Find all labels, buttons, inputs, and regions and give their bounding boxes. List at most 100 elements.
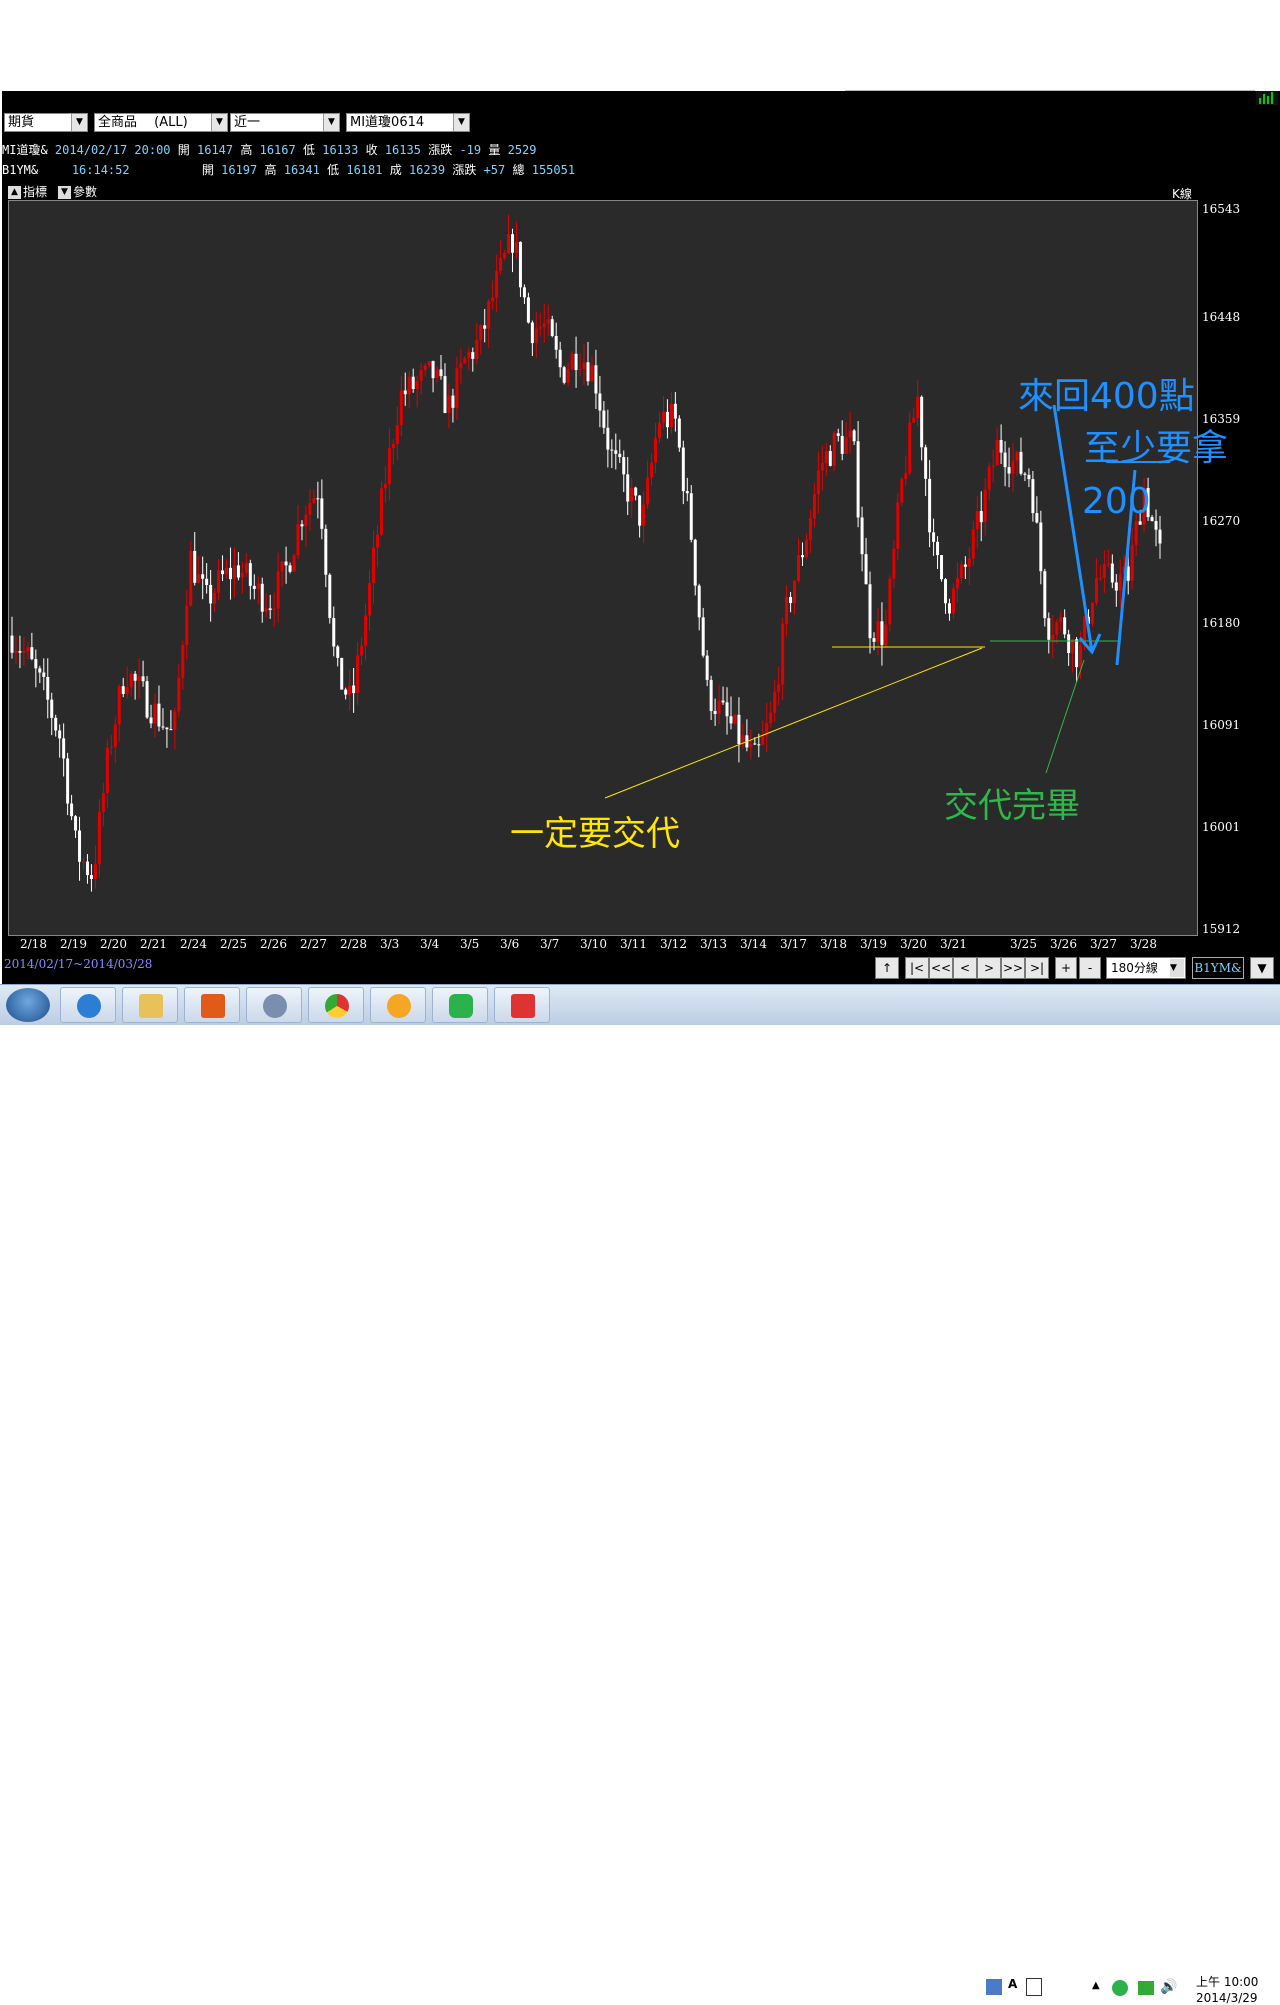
chevron-down-icon: ▼ xyxy=(453,114,469,131)
close-label: 收 xyxy=(365,143,378,157)
dropdown-button[interactable]: ▼ xyxy=(1250,957,1274,979)
start-button[interactable] xyxy=(6,988,50,1022)
triangle-down-icon: ▼ xyxy=(1257,961,1267,975)
x-tick-label: 3/21 xyxy=(940,937,967,951)
speaker-icon[interactable]: 🔊 xyxy=(1160,1979,1177,1995)
change-label: 漲跌 xyxy=(452,163,477,177)
open-label: 開 xyxy=(177,143,190,157)
low-label: 低 xyxy=(302,143,315,157)
low-value: 16133 xyxy=(322,143,359,157)
y-tick-label: 15912 xyxy=(1202,922,1241,936)
x-tick-label: 3/13 xyxy=(700,937,727,951)
trading-app: 期貨 ▼ 全商品 (ALL) ▼ 近一 ▼ MI道瓊0614 ▼ MI道瓊& 2014/… xyxy=(0,0,1280,2005)
clock-time[interactable]: 上午 10:00 xyxy=(1196,1973,1258,1990)
high-value: 16167 xyxy=(259,143,296,157)
y-tick-label: 16001 xyxy=(1202,820,1241,835)
zoom-out-button[interactable]: - xyxy=(1079,957,1101,979)
datetime: 16:14:52 xyxy=(59,163,130,177)
chevron-down-icon: ▼ xyxy=(211,114,227,131)
x-tick-label: 2/24 xyxy=(180,937,207,951)
keyboard-icon[interactable] xyxy=(986,1979,1002,1995)
trading-app-icon xyxy=(511,994,535,1018)
change-value: -19 xyxy=(459,143,482,157)
close-value: 16135 xyxy=(384,143,421,157)
indicator-button[interactable]: ▲ 指標 xyxy=(8,184,47,200)
forward-button[interactable]: > xyxy=(977,957,1001,979)
change-value: +57 xyxy=(483,163,506,177)
last-button[interactable]: >| xyxy=(1025,957,1049,979)
quote-row-1: MI道瓊& 2014/02/17 20:00 開 16147 高 16167 低… xyxy=(2,142,537,158)
annotation-range: 來回400點 xyxy=(1018,376,1195,417)
x-tick-label: 3/7 xyxy=(540,937,560,951)
product-select[interactable]: 全商品 (ALL) ▼ xyxy=(94,113,228,132)
high-label: 高 xyxy=(264,163,277,177)
tool-icon xyxy=(263,994,287,1018)
x-tick-label: 3/17 xyxy=(780,937,807,951)
back-button[interactable]: < xyxy=(953,957,977,979)
y-tick-label: 16448 xyxy=(1202,310,1241,325)
params-button[interactable]: ▼ 參數 xyxy=(58,184,97,200)
x-tick-label: 3/10 xyxy=(580,937,607,951)
x-tick-label: 3/4 xyxy=(420,937,440,951)
taskbar-chrome[interactable] xyxy=(308,987,364,1023)
y-tick-label: 16270 xyxy=(1202,513,1241,528)
low-label: 低 xyxy=(327,163,340,177)
x-tick-label: 2/25 xyxy=(220,937,247,951)
x-tick-label: 2/27 xyxy=(300,937,327,951)
symbol-box[interactable]: B1YM& xyxy=(1192,957,1244,979)
month-select[interactable]: 近一 ▼ xyxy=(230,113,340,132)
y-tick-label: 16180 xyxy=(1202,616,1241,631)
high-value: 16341 xyxy=(283,163,320,177)
bar-chart-icon[interactable] xyxy=(1256,91,1278,105)
x-tick-label: 3/12 xyxy=(660,937,687,951)
triangle-up-icon: ▲ xyxy=(8,186,21,199)
chevron-down-icon: ▼ xyxy=(1170,959,1184,977)
symbol-select[interactable]: MI道瓊0614 ▼ xyxy=(346,113,470,132)
y-tick-label: 16543 xyxy=(1202,202,1241,216)
open-value: 16147 xyxy=(197,143,234,157)
taskbar-line[interactable] xyxy=(432,987,488,1023)
product-select-value: 全商品 (ALL) xyxy=(98,115,188,130)
x-tick-label: 3/19 xyxy=(860,937,887,951)
taskbar-explorer[interactable] xyxy=(122,987,178,1023)
first-button[interactable]: |< xyxy=(905,957,929,979)
taskbar-tool[interactable] xyxy=(246,987,302,1023)
page-back-button[interactable]: << xyxy=(929,957,953,979)
symbol-select-value: MI道瓊0614 xyxy=(350,115,425,130)
taskbar-media[interactable] xyxy=(184,987,240,1023)
chevron-down-icon: ▼ xyxy=(71,114,87,131)
x-tick-label: 3/3 xyxy=(380,937,400,951)
taskbar-ie[interactable] xyxy=(60,987,116,1023)
datetime: 2014/02/17 20:00 xyxy=(54,143,171,157)
change-label: 漲跌 xyxy=(428,143,453,157)
zoom-in-button[interactable]: + xyxy=(1055,957,1077,979)
taskbar-app[interactable] xyxy=(370,987,426,1023)
market-select[interactable]: 期貨 ▼ xyxy=(4,113,88,132)
y-tick-label: 16091 xyxy=(1202,717,1241,732)
window-icon[interactable] xyxy=(1026,1978,1042,1996)
volume-label: 總 xyxy=(512,163,525,177)
market-select-value: 期貨 xyxy=(8,115,35,130)
period-select[interactable]: 180分線 ▼ xyxy=(1106,957,1186,979)
line-icon xyxy=(449,994,473,1018)
taskbar: A ▲ 🔊 上午 10:00 2014/3/29 xyxy=(0,984,1280,2005)
month-select-value: 近一 xyxy=(234,115,261,130)
taskbar-trading[interactable] xyxy=(494,987,550,1023)
chevron-up-icon[interactable]: ▲ xyxy=(1092,1980,1100,1991)
volume-value: 2529 xyxy=(507,143,537,157)
line-tray-icon[interactable] xyxy=(1112,1980,1128,1996)
clock-date[interactable]: 2014/3/29 xyxy=(1196,1991,1258,2005)
network-icon[interactable] xyxy=(1138,1981,1154,1995)
left-border xyxy=(0,91,2,984)
x-tick-label: 3/28 xyxy=(1130,937,1157,951)
x-tick-label: 2/26 xyxy=(260,937,287,951)
params-label: 參數 xyxy=(73,185,98,199)
scroll-up-button[interactable]: ↑ xyxy=(875,957,899,979)
high-label: 高 xyxy=(240,143,253,157)
page-forward-button[interactable]: >> xyxy=(1001,957,1025,979)
open-label: 開 xyxy=(201,163,214,177)
symbol: B1YM& xyxy=(2,163,39,177)
chevron-down-icon: ▼ xyxy=(323,114,339,131)
x-tick-label: 3/18 xyxy=(820,937,847,951)
ime-indicator[interactable]: A xyxy=(1008,1977,1017,1991)
